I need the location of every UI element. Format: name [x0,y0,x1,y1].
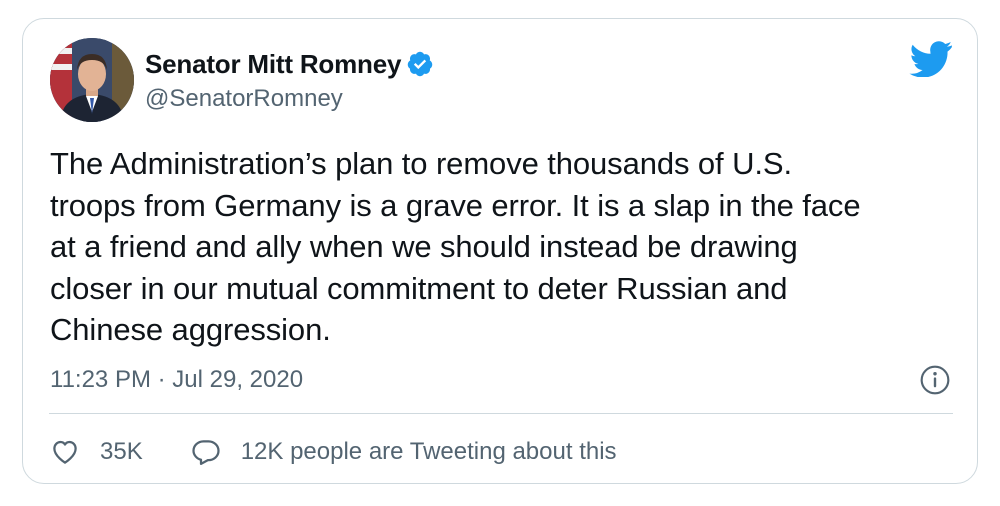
conversation-button[interactable]: 12K people are Tweeting about this [191,437,617,467]
tweet-text-line: troops from Germany is a grave error. It… [50,187,861,223]
verified-badge-icon [407,51,433,77]
avatar-photo [50,38,134,122]
tweet-text-line: closer in our mutual commitment to deter… [50,270,788,306]
tweet-text-line: Chinese aggression. [50,312,331,347]
tweet-card[interactable]: Senator Mitt Romney @SenatorRomney The A… [22,18,978,484]
author-avatar[interactable] [50,38,134,122]
twitter-bird-icon[interactable] [909,41,953,77]
like-button[interactable]: 35K [50,437,143,467]
speech-bubble-icon [192,440,220,465]
tweet-text-line: at a friend and ally when we should inst… [50,229,798,264]
heart-icon [53,440,77,464]
author-display-name[interactable]: Senator Mitt Romney [145,49,401,80]
tweet-actions: 35K 12K people are Tweeting about this [50,434,617,470]
conversation-text: 12K people are Tweeting about this [240,438,617,465]
divider [49,413,953,414]
author-handle[interactable]: @SenatorRomney [145,85,343,113]
info-icon[interactable] [919,364,951,396]
like-count: 35K [100,438,143,465]
tweet-text: The Administration’s plan to remove thou… [50,143,950,351]
tweet-text-line: The Administration’s plan to remove thou… [50,146,792,181]
tweet-timestamp[interactable]: 11:23 PM · Jul 29, 2020 [50,366,303,394]
